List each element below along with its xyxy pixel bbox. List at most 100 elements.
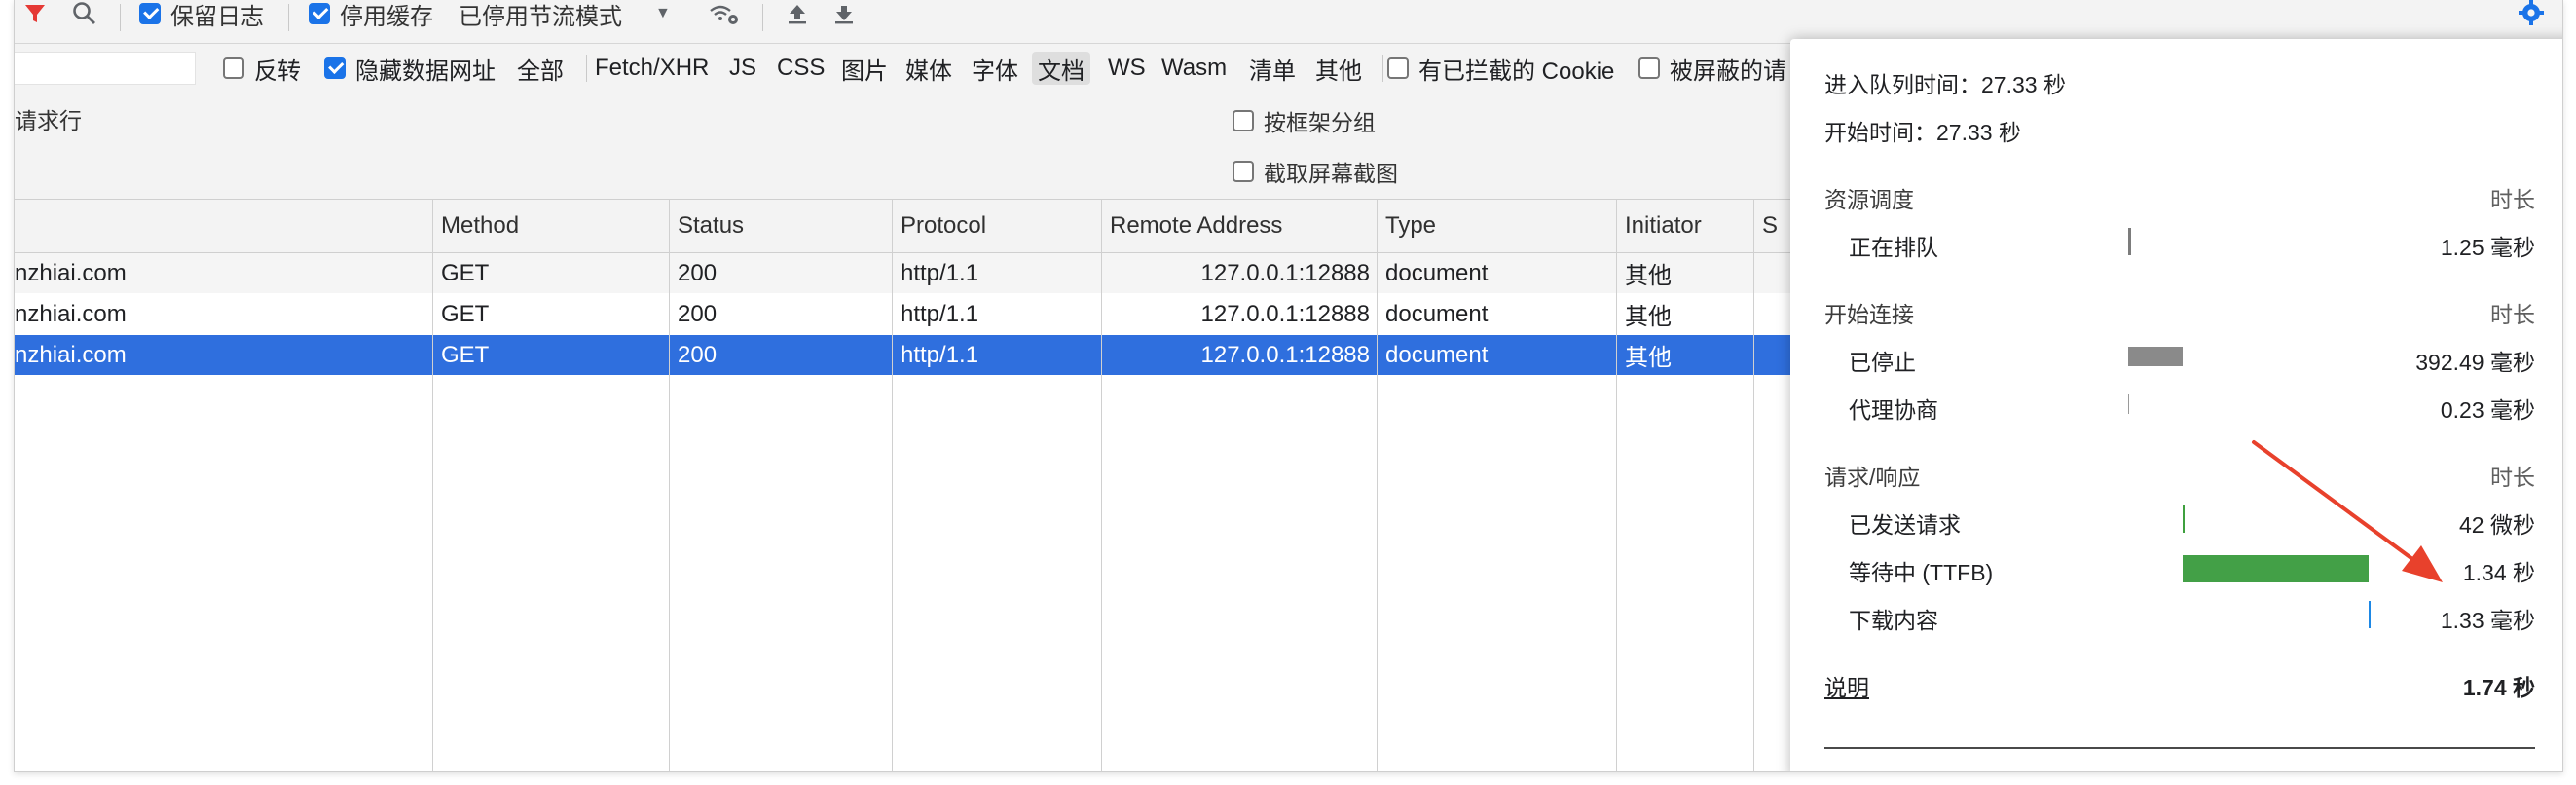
screenshots-checkbox[interactable]: 截取屏幕截图 bbox=[1233, 152, 1398, 191]
devtools-network-panel: 保留日志 停用缓存 已停用节流模式 ▼ 反转 隐藏数据网址 全部 Fetch/X… bbox=[14, 0, 2563, 772]
filter-type-media[interactable]: 媒体 bbox=[900, 52, 958, 85]
filter-type-js[interactable]: JS bbox=[723, 52, 762, 85]
filter-type-ws[interactable]: WS bbox=[1102, 52, 1152, 85]
cell-type: document bbox=[1385, 341, 1489, 368]
popover-bottom-divider bbox=[1824, 747, 2535, 749]
blocked-cookies-checkbox[interactable]: 有已拦截的 Cookie bbox=[1387, 44, 1614, 93]
cell-type: document bbox=[1385, 259, 1489, 286]
invert-label: 反转 bbox=[254, 57, 301, 85]
queued-at-text: 进入队列时间：27.33 秒 bbox=[1824, 72, 2066, 97]
cell-initiator: 其他 bbox=[1625, 263, 1672, 289]
column-divider[interactable] bbox=[432, 200, 433, 771]
settings-gear-icon[interactable] bbox=[2514, 0, 2553, 35]
cell-protocol: http/1.1 bbox=[901, 341, 979, 368]
timing-label-request-sent: 已发送请求 bbox=[1849, 512, 1961, 538]
throttle-label: 已停用节流模式 bbox=[459, 3, 622, 30]
cell-status: 200 bbox=[678, 341, 718, 368]
filter-type-font[interactable]: 字体 bbox=[966, 52, 1024, 85]
column-header-status[interactable]: Status bbox=[670, 200, 893, 252]
filter-type-other[interactable]: 其他 bbox=[1309, 52, 1368, 85]
explanation-link[interactable]: 说明 bbox=[1824, 669, 1869, 702]
search-icon[interactable] bbox=[71, 0, 98, 35]
timing-value-queueing: 1.25 毫秒 bbox=[2440, 235, 2535, 260]
filter-input[interactable] bbox=[15, 52, 196, 85]
section-title-scheduling: 资源调度 bbox=[1824, 187, 1914, 212]
timing-bar-queueing bbox=[2128, 228, 2131, 255]
column-header-method[interactable]: Method bbox=[433, 200, 670, 252]
duration-header: 时长 bbox=[2490, 302, 2535, 327]
timing-label-ttfb: 等待中 (TTFB) bbox=[1849, 560, 1994, 585]
request-rows-label: 请求行 bbox=[15, 108, 82, 133]
timing-label-queueing: 正在排队 bbox=[1849, 235, 1938, 260]
column-divider[interactable] bbox=[1753, 200, 1754, 771]
cell-protocol: http/1.1 bbox=[901, 259, 979, 286]
network-conditions-icon[interactable] bbox=[708, 0, 741, 35]
cell-remote-address: 127.0.0.1:12888 bbox=[1200, 341, 1371, 368]
cell-type: document bbox=[1385, 300, 1489, 327]
checkbox-unchecked-icon bbox=[223, 57, 244, 79]
cell-method: GET bbox=[441, 341, 490, 368]
timing-value-download: 1.33 毫秒 bbox=[2440, 608, 2535, 633]
column-header-initiator[interactable]: Initiator bbox=[1617, 200, 1754, 252]
cell-name: nzhiai.com bbox=[15, 341, 127, 368]
cell-protocol: http/1.1 bbox=[901, 300, 979, 327]
throttle-select[interactable]: 已停用节流模式 ▼ bbox=[459, 0, 671, 35]
timing-label-stalled: 已停止 bbox=[1849, 350, 1916, 375]
export-har-icon[interactable] bbox=[832, 0, 856, 35]
checkbox-checked-icon bbox=[139, 3, 161, 24]
timing-bar-stalled bbox=[2128, 347, 2183, 366]
group-by-frame-checkbox[interactable]: 按框架分组 bbox=[1233, 101, 1376, 140]
section-title-request-response: 请求/响应 bbox=[1824, 465, 1921, 490]
filter-type-fetch-xhr[interactable]: Fetch/XHR bbox=[589, 52, 715, 85]
column-header-protocol[interactable]: Protocol bbox=[893, 200, 1102, 252]
section-title-connection: 开始连接 bbox=[1824, 302, 1914, 327]
filter-type-wasm[interactable]: Wasm bbox=[1156, 52, 1233, 85]
filter-type-all[interactable]: 全部 bbox=[511, 52, 570, 85]
column-divider[interactable] bbox=[1101, 200, 1102, 771]
cell-initiator: 其他 bbox=[1625, 345, 1672, 371]
timing-value-stalled: 392.49 毫秒 bbox=[2415, 350, 2535, 375]
filter-type-doc[interactable]: 文档 bbox=[1032, 52, 1090, 85]
annotation-arrow-icon bbox=[2252, 440, 2443, 582]
filter-type-css[interactable]: CSS bbox=[771, 52, 830, 85]
group-by-frame-label: 按框架分组 bbox=[1264, 110, 1376, 135]
checkbox-checked-icon bbox=[309, 3, 330, 24]
column-header-type[interactable]: Type bbox=[1378, 200, 1617, 252]
hide-data-urls-checkbox[interactable]: 隐藏数据网址 bbox=[324, 44, 496, 93]
cell-remote-address: 127.0.0.1:12888 bbox=[1200, 300, 1371, 327]
screenshots-label: 截取屏幕截图 bbox=[1264, 161, 1398, 186]
filter-type-manifest[interactable]: 清单 bbox=[1243, 52, 1302, 85]
disable-cache-label: 停用缓存 bbox=[340, 3, 433, 30]
timing-value-request-sent: 42 微秒 bbox=[2459, 512, 2535, 538]
cell-method: GET bbox=[441, 259, 490, 286]
column-header-remote-address[interactable]: Remote Address bbox=[1102, 200, 1378, 252]
column-divider[interactable] bbox=[1616, 200, 1617, 771]
timing-label-proxy: 代理协商 bbox=[1849, 397, 1938, 423]
network-toolbar: 保留日志 停用缓存 已停用节流模式 ▼ bbox=[15, 0, 2562, 44]
column-divider[interactable] bbox=[669, 200, 670, 771]
timing-label-download: 下载内容 bbox=[1849, 608, 1938, 633]
column-divider[interactable] bbox=[1377, 200, 1378, 771]
invert-checkbox[interactable]: 反转 bbox=[223, 44, 301, 93]
cell-remote-address: 127.0.0.1:12888 bbox=[1200, 259, 1371, 286]
checkbox-unchecked-icon bbox=[1638, 57, 1660, 79]
timing-total-value: 1.74 秒 bbox=[2462, 675, 2535, 700]
timing-bar-download bbox=[2369, 601, 2371, 628]
column-divider[interactable] bbox=[892, 200, 893, 771]
filter-type-img[interactable]: 图片 bbox=[835, 52, 894, 85]
preserve-log-label: 保留日志 bbox=[170, 3, 264, 30]
disable-cache-checkbox[interactable]: 停用缓存 bbox=[309, 0, 433, 35]
filter-funnel-icon[interactable] bbox=[22, 0, 48, 35]
blocked-cookies-label: 有已拦截的 Cookie bbox=[1418, 57, 1615, 85]
checkbox-unchecked-icon bbox=[1387, 57, 1409, 79]
preserve-log-checkbox[interactable]: 保留日志 bbox=[139, 0, 264, 35]
timing-value-ttfb: 1.34 秒 bbox=[2462, 560, 2535, 585]
blocked-requests-label: 被屏蔽的请 bbox=[1670, 57, 1786, 85]
duration-header: 时长 bbox=[2490, 465, 2535, 490]
import-har-icon[interactable] bbox=[786, 0, 809, 35]
blocked-requests-checkbox[interactable]: 被屏蔽的请 bbox=[1638, 44, 1786, 93]
partial-option-fragment: ⸱ bbox=[15, 148, 16, 187]
caret-down-icon: ▼ bbox=[655, 5, 671, 21]
started-at-text: 开始时间：27.33 秒 bbox=[1824, 120, 2021, 145]
cell-status: 200 bbox=[678, 259, 718, 286]
